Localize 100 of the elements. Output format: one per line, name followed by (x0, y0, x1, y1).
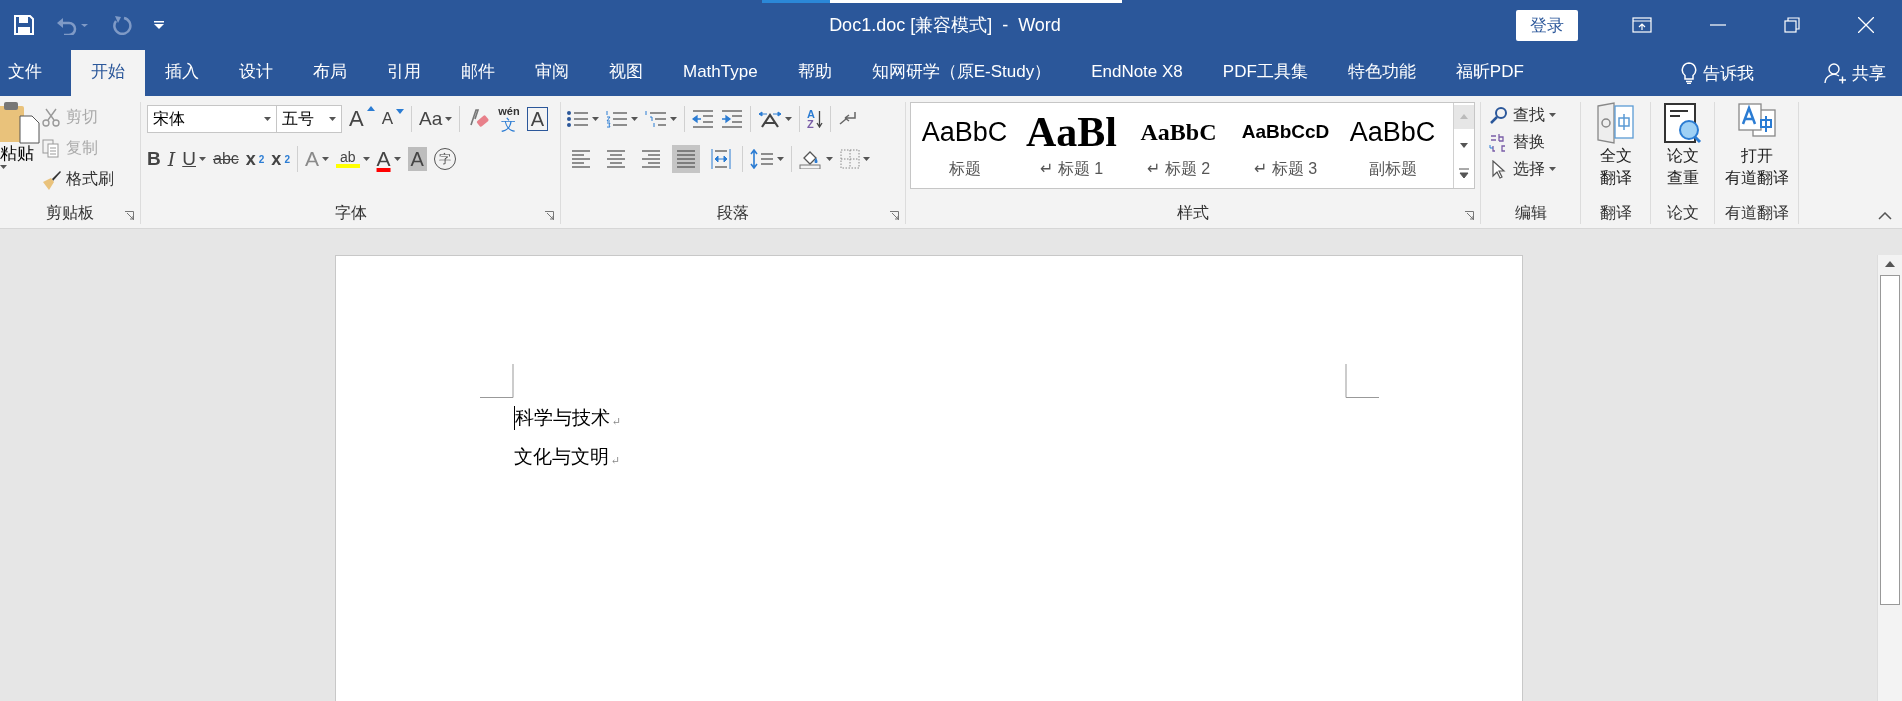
person-add-icon[interactable] (1824, 62, 1846, 84)
line-spacing-button[interactable] (750, 149, 784, 169)
bold-button[interactable]: B (147, 148, 161, 170)
caret-icon[interactable] (393, 156, 401, 162)
share-button[interactable]: 共享 (1824, 50, 1886, 96)
caret-icon[interactable] (1549, 167, 1556, 172)
bullet-list-icon[interactable] (567, 110, 589, 128)
highlight-button[interactable]: ab (335, 150, 370, 168)
style-item[interactable]: AaBbC ↵ 标题 2 (1125, 103, 1232, 188)
paragraph-mark-icon[interactable] (837, 110, 858, 128)
ribbon-button[interactable]: 全文 翻译 (1595, 102, 1636, 202)
ribbon-tab[interactable]: 知网研学（原E-Study） (851, 50, 1072, 96)
scroll-thumb[interactable] (1880, 275, 1900, 605)
chinese-layout-button[interactable] (758, 110, 792, 128)
collapse-ribbon-icon[interactable] (1878, 212, 1892, 220)
search-icon[interactable] (1489, 105, 1509, 126)
multilevel-list-button[interactable] (645, 110, 677, 128)
shrink-font-button[interactable]: A (381, 109, 405, 129)
phonetic-guide-button[interactable]: wén 文 (498, 106, 520, 132)
numbering-button[interactable] (606, 110, 638, 128)
ribbon-display-icon[interactable] (1632, 17, 1652, 33)
italic-button[interactable]: I (167, 148, 176, 170)
underline-button[interactable]: U (182, 148, 206, 170)
ribbon-tab[interactable]: 帮助 (777, 50, 852, 96)
ribbon-tab[interactable]: 福昕PDF (1435, 50, 1544, 96)
ribbon-tab[interactable]: 邮件 (441, 50, 515, 96)
dialog-launcher-icon[interactable] (1465, 211, 1474, 220)
dialog-launcher-icon[interactable] (890, 211, 899, 220)
paintbrush-icon[interactable] (42, 169, 62, 190)
caret-icon[interactable] (321, 156, 329, 162)
caret-icon[interactable] (777, 156, 784, 162)
cursor-icon[interactable] (1489, 159, 1509, 180)
sort-button[interactable]: A Z (807, 109, 823, 129)
ribbon-tab[interactable]: MathType (663, 50, 778, 96)
caret-icon[interactable] (445, 116, 453, 122)
ribbon-tab[interactable]: 视图 (589, 50, 663, 96)
ribbon-tab[interactable]: EndNote X8 (1071, 50, 1203, 96)
ribbon-tab[interactable]: 开始 (71, 50, 145, 96)
line-spacing-icon[interactable] (750, 149, 774, 169)
bullets-button[interactable] (567, 110, 599, 128)
change-case-button[interactable]: Aa (419, 108, 453, 130)
select-button[interactable]: 选择 (1489, 156, 1572, 183)
ribbon-tab[interactable]: 设计 (219, 50, 293, 96)
find-button[interactable]: 查找 (1489, 102, 1572, 129)
save-icon[interactable] (14, 15, 34, 35)
superscript-button[interactable]: x$^{2}$ (271, 148, 290, 170)
increase-indent-icon[interactable] (721, 110, 743, 128)
ribbon-tab[interactable]: 特色功能 (1327, 50, 1436, 96)
ribbon-tab[interactable]: PDF工具集 (1202, 50, 1328, 96)
ribbon-button[interactable]: 格式刷 (42, 166, 114, 193)
caret-icon[interactable] (264, 116, 271, 122)
replace-button[interactable]: 替换 (1489, 129, 1572, 156)
caret-icon[interactable] (631, 116, 638, 122)
caret-icon[interactable] (670, 116, 677, 122)
vertical-scrollbar[interactable] (1877, 255, 1902, 701)
ribbon-tab[interactable]: 插入 (145, 50, 219, 96)
caret-icon[interactable] (592, 116, 599, 122)
numbered-list-icon[interactable] (606, 110, 628, 128)
caret-icon[interactable] (362, 156, 370, 162)
character-shading-button[interactable]: A (407, 147, 427, 171)
decrease-indent-icon[interactable] (692, 110, 714, 128)
dialog-launcher-icon[interactable] (545, 211, 554, 220)
login-button[interactable]: 登录 (1516, 9, 1578, 41)
borders-button[interactable] (840, 149, 870, 169)
dialog-launcher-icon[interactable] (125, 211, 134, 220)
caret-icon[interactable] (199, 156, 206, 162)
document-magnifier-icon[interactable] (1662, 102, 1703, 144)
ribbon-tab[interactable]: 布局 (293, 50, 367, 96)
ribbon-tab[interactable]: 引用 (367, 50, 441, 96)
caret-icon[interactable] (826, 156, 833, 162)
tell-me-button[interactable]: 告诉我 (1681, 50, 1754, 96)
customize-icon[interactable] (154, 21, 164, 29)
undo-icon[interactable] (56, 15, 90, 35)
ribbon-button[interactable]: 打开 有道翻译 (1724, 102, 1789, 202)
redo-icon[interactable] (112, 15, 132, 35)
restore-icon[interactable] (1784, 17, 1800, 33)
caret-icon[interactable] (0, 165, 7, 170)
style-item[interactable]: AaBbC 标题 (911, 103, 1018, 188)
font-combo-field[interactable]: 宋体 (147, 105, 277, 133)
clipboard-icon[interactable] (0, 100, 40, 144)
style-item[interactable]: AaBbCcD ↵ 标题 3 (1232, 103, 1339, 188)
caret-icon[interactable] (329, 116, 336, 122)
style-item[interactable]: AaBbC 副标题 (1339, 103, 1446, 188)
up-triangle-icon[interactable] (366, 106, 375, 111)
font-combo-field[interactable]: 五号 (276, 105, 342, 133)
font-color-button[interactable]: A (376, 147, 401, 171)
strikethrough-button[interactable]: abc (213, 150, 239, 168)
down-arrow-icon[interactable] (815, 110, 823, 128)
ribbon-tab[interactable]: 文件 (0, 50, 50, 96)
caret-icon[interactable] (1549, 113, 1556, 118)
style-item[interactable]: AaBl ↵ 标题 1 (1018, 103, 1125, 188)
translate-document-icon[interactable] (1595, 102, 1636, 144)
multilevel-list-icon[interactable] (645, 110, 667, 128)
grow-font-button[interactable]: A (349, 106, 375, 132)
caret-icon[interactable] (863, 156, 870, 162)
lightbulb-icon[interactable] (1681, 62, 1697, 84)
down-triangle-icon[interactable] (396, 109, 405, 114)
ribbon-button[interactable]: 论文 查重 (1662, 102, 1703, 202)
character-border-button[interactable]: A (526, 107, 549, 131)
caret-icon[interactable] (785, 116, 792, 122)
